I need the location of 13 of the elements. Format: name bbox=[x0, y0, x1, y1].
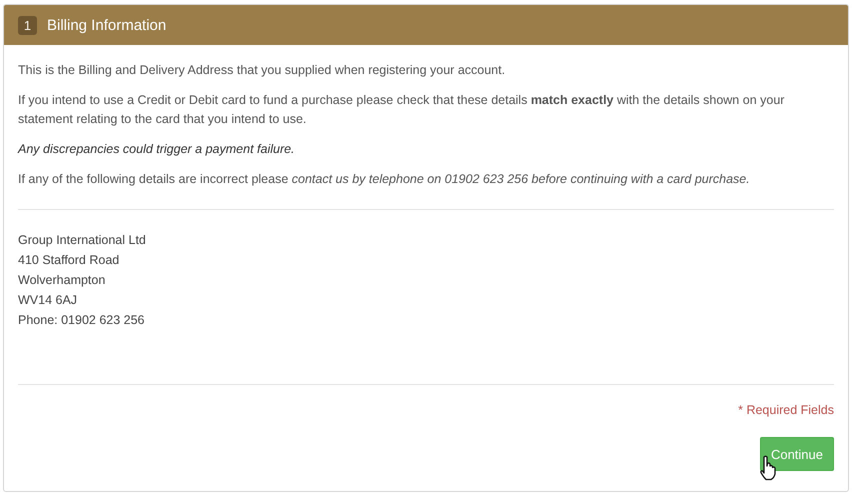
info-paragraph: If you intend to use a Credit or Debit card to fund a purchase please check that these details match exactly with the details shown on your statement relating to the card that you intend to use. bbox=[18, 92, 786, 128]
address-line: WV14 6AJ bbox=[18, 292, 78, 309]
address-line: Wolverhampton bbox=[18, 272, 106, 289]
panel-title: Billing Information bbox=[47, 16, 166, 34]
address-line: Phone: 01902 623 256 bbox=[18, 312, 146, 329]
info-paragraph: This is the Billing and Delivery Address that you supplied when registering your account. bbox=[18, 62, 506, 79]
required-fields-note: * Required Fields bbox=[738, 403, 834, 417]
info-paragraph: Any discrepancies could trigger a payment failure. bbox=[18, 141, 296, 158]
continue-button[interactable]: Continue bbox=[760, 437, 834, 471]
address-line: Group International Ltd bbox=[18, 232, 147, 249]
address-line: 410 Stafford Road bbox=[18, 252, 120, 269]
info-paragraph: If any of the following details are incorrect please contact us by telephone on 01902 623 256 before continuing with a card purchase. bbox=[18, 171, 751, 188]
step-badge: 1 bbox=[18, 16, 37, 34]
